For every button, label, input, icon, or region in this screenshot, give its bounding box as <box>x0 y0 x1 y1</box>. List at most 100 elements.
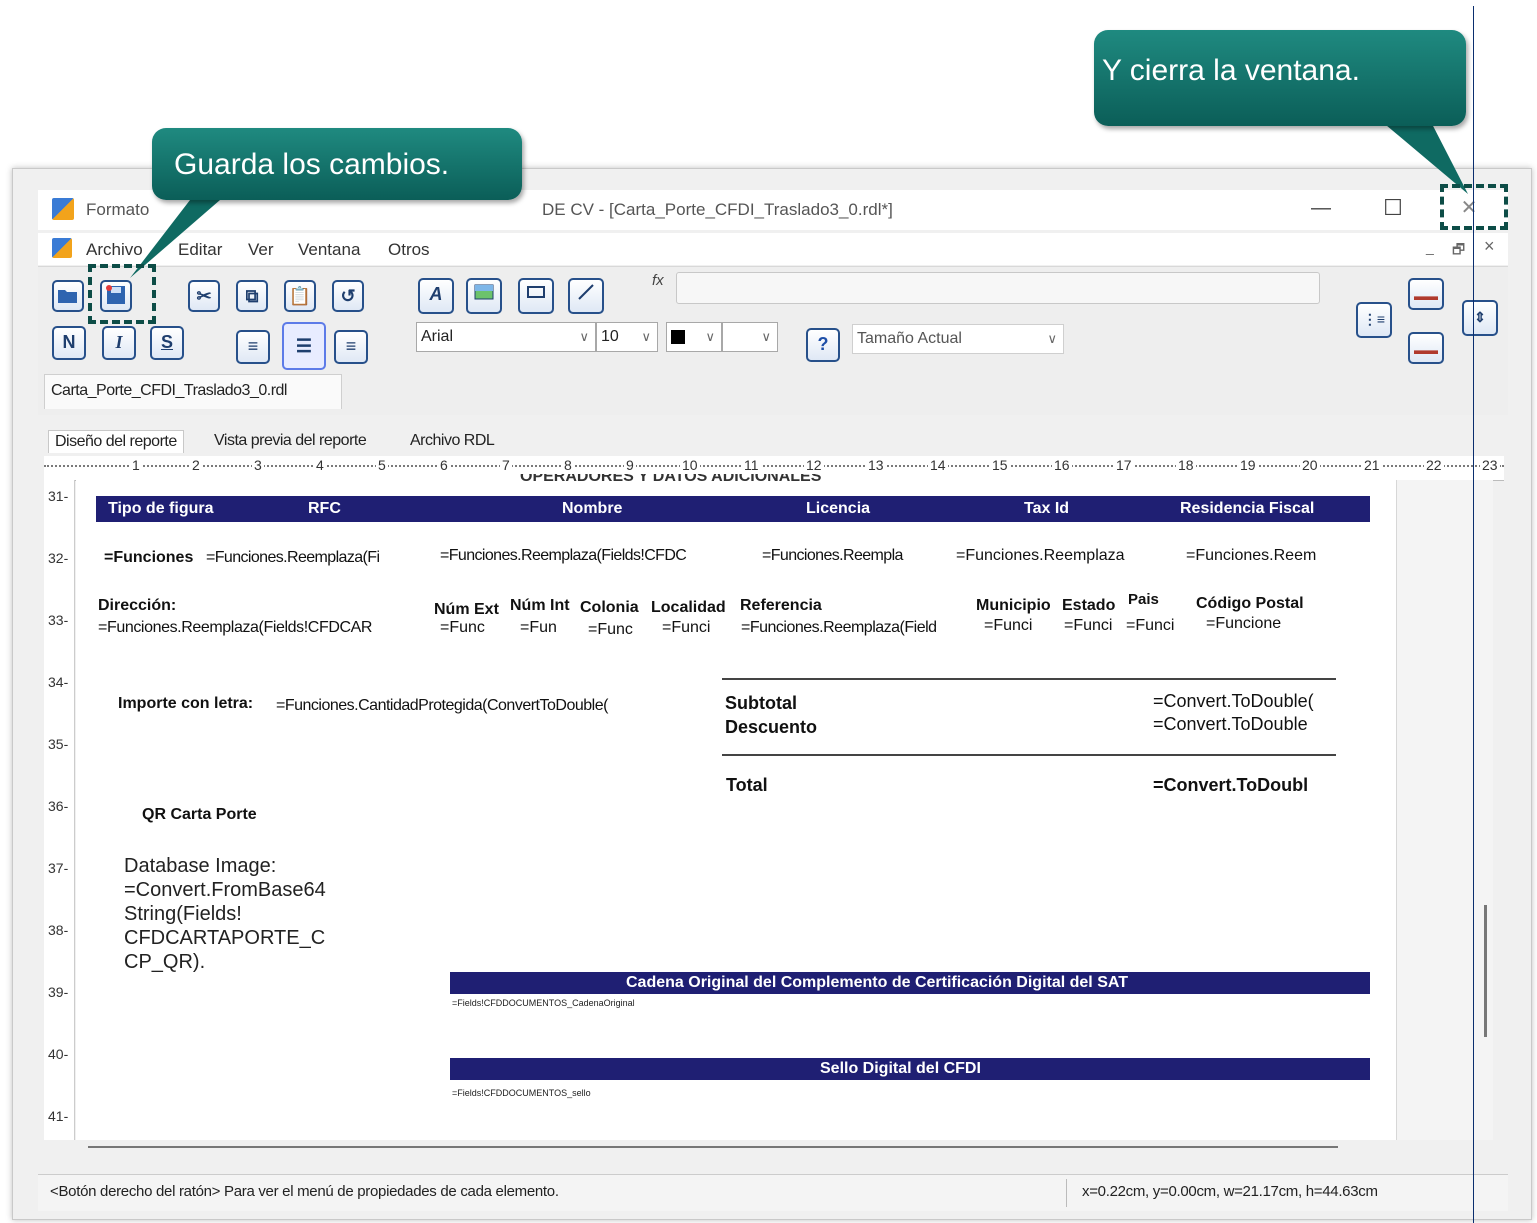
field-direccion[interactable]: =Funciones.Reemplaza(Fields!CFDCAR <box>98 619 372 637</box>
field-cadena[interactable]: =Fields!CFDDOCUMENTOS_CadenaOriginal <box>452 998 635 1008</box>
label-subtotal: Subtotal <box>725 693 797 713</box>
field-subtotal[interactable]: =Convert.ToDouble( <box>1153 691 1314 712</box>
open-button[interactable] <box>52 280 84 312</box>
page-margin <box>1396 480 1493 1140</box>
ruler-number: 18 <box>1176 457 1196 473</box>
font-name-select[interactable]: Arial ∨ <box>416 322 596 352</box>
back-color-select[interactable]: ∨ <box>722 322 778 352</box>
field-sello[interactable]: =Fields!CFDDOCUMENTOS_sello <box>452 1088 591 1098</box>
field-codigo-postal[interactable]: =Funcione <box>1206 615 1281 633</box>
field-tipo-figura[interactable]: =Funciones <box>104 549 193 567</box>
ruler-number: 21 <box>1362 457 1382 473</box>
align-center-icon: ☰ <box>295 336 313 356</box>
italic-button[interactable]: I <box>102 326 136 360</box>
rectangle-icon <box>527 286 545 298</box>
field-importe[interactable]: =Funciones.CantidadProtegida(ConvertToDo… <box>276 697 608 715</box>
size-button[interactable]: ⇕ <box>1462 300 1498 336</box>
label-estado: Estado <box>1062 597 1116 614</box>
bold-button[interactable]: N <box>52 326 86 360</box>
vertical-scrollbar[interactable] <box>1484 905 1487 1037</box>
field-colonia[interactable]: =Func <box>588 621 633 639</box>
document-tab[interactable]: Carta_Porte_CFDI_Traslado3_0.rdl <box>44 374 342 409</box>
qr-image-placeholder[interactable]: Database Image: =Convert.FromBase64 Stri… <box>124 854 326 974</box>
qr-line: Database Image: <box>124 855 277 877</box>
grid-spacing-button[interactable]: ⋮≡ <box>1356 302 1392 338</box>
rectangle-button[interactable] <box>518 278 554 314</box>
report-page <box>76 480 1396 1140</box>
ruler-number: 8 <box>562 457 574 473</box>
line-button[interactable] <box>568 278 604 314</box>
close-callout: Y cierra la ventana. <box>1094 30 1466 126</box>
section-title-cut: OPERADORES Y DATOS ADICIONALES <box>520 474 822 484</box>
font-size-select[interactable]: 10 ∨ <box>596 322 658 352</box>
totals-mid-line <box>722 754 1336 756</box>
field-descuento[interactable]: =Convert.ToDouble <box>1153 714 1308 735</box>
paste-button[interactable]: 📋 <box>284 280 316 312</box>
text-box-button[interactable]: A <box>418 278 454 314</box>
tab-vista-previa[interactable]: Vista previa del reporte <box>208 430 372 452</box>
ruler-number: 14 <box>928 457 948 473</box>
field-nombre[interactable]: =Funciones.Reemplaza(Fields!CFDC <box>440 547 687 565</box>
sello-title: Sello Digital del CFDI <box>820 1060 981 1077</box>
text-box-icon: A <box>429 284 443 304</box>
ruler-number: 4 <box>314 457 326 473</box>
field-localidad[interactable]: =Funci <box>662 619 710 637</box>
menu-ventana[interactable]: Ventana <box>298 240 360 260</box>
copy-icon: ⧉ <box>245 286 259 306</box>
image-button[interactable] <box>466 278 502 314</box>
ruler-number: 7 <box>500 457 512 473</box>
field-estado[interactable]: =Funci <box>1064 617 1112 635</box>
chevron-down-icon: ∨ <box>1047 331 1057 346</box>
menu-otros[interactable]: Otros <box>388 240 430 260</box>
align-bottom-button[interactable]: ▬▬ <box>1408 332 1444 364</box>
menu-ver[interactable]: Ver <box>248 240 274 260</box>
field-pais[interactable]: =Funci <box>1126 617 1174 635</box>
undo-button[interactable]: ↺ <box>332 280 364 312</box>
undo-icon: ↺ <box>340 286 356 306</box>
save-callout-text: Guarda los cambios. <box>174 148 450 181</box>
mdi-close-button[interactable]: × <box>1484 236 1495 257</box>
field-total[interactable]: =Convert.ToDoubl <box>1153 775 1308 796</box>
label-qr: QR Carta Porte <box>142 806 257 823</box>
close-highlight <box>1440 184 1508 230</box>
formula-input[interactable] <box>676 272 1320 304</box>
chevron-down-icon: ∨ <box>641 329 651 344</box>
font-size-value: 10 <box>601 328 619 345</box>
zoom-select[interactable]: Tamaño Actual ∨ <box>852 324 1064 354</box>
align-left-button[interactable]: ≡ <box>236 330 270 364</box>
field-num-ext[interactable]: =Func <box>440 619 485 637</box>
field-tax-id[interactable]: =Funciones.Reemplaza <box>956 547 1125 565</box>
align-right-button[interactable]: ≡ <box>334 330 368 364</box>
tab-diseno[interactable]: Diseño del reporte <box>48 430 184 453</box>
ruler-number: 11 <box>742 457 761 473</box>
col-tipo-figura: Tipo de figura <box>108 500 214 517</box>
save-highlight <box>88 264 156 324</box>
label-localidad: Localidad <box>651 599 726 616</box>
help-button[interactable]: ? <box>806 328 840 362</box>
field-rfc[interactable]: =Funciones.Reemplaza(Fi <box>206 549 380 567</box>
ruler-number: 37- <box>48 860 69 876</box>
horizontal-scrollbar[interactable] <box>88 1146 1338 1148</box>
mdi-minimize-button[interactable]: _ <box>1426 239 1434 255</box>
window-title-right: DE CV - [Carta_Porte_CFDI_Traslado3_0.rd… <box>542 200 893 219</box>
tab-archivo-rdl[interactable]: Archivo RDL <box>404 430 500 452</box>
copy-button[interactable]: ⧉ <box>236 280 268 312</box>
field-referencia[interactable]: =Funciones.Reemplaza(Field <box>741 619 937 637</box>
align-top-button[interactable]: ▬▬ <box>1408 278 1444 310</box>
strike-button[interactable]: S <box>150 326 184 360</box>
label-pais: Pais <box>1128 591 1159 608</box>
field-num-int[interactable]: =Fun <box>520 619 557 637</box>
chevron-down-icon: ∨ <box>705 329 715 344</box>
sello-header: Sello Digital del CFDI <box>450 1058 1370 1080</box>
font-color-select[interactable]: ∨ <box>666 322 722 352</box>
field-municipio[interactable]: =Funci <box>984 617 1032 635</box>
image-icon <box>474 284 494 300</box>
field-licencia[interactable]: =Funciones.Reempla <box>762 547 903 565</box>
label-codigo-postal: Código Postal <box>1196 595 1304 612</box>
align-bottom-icon: ▬▬ <box>1414 343 1438 357</box>
mdi-restore-button[interactable]: 🗗 <box>1452 239 1465 263</box>
label-colonia: Colonia <box>580 599 639 616</box>
field-residencia[interactable]: =Funciones.Reem <box>1186 547 1316 565</box>
menu-bar: Archivo Editar Ver Ventana Otros _ 🗗 × <box>38 233 1508 265</box>
align-center-button[interactable]: ☰ <box>282 322 326 370</box>
